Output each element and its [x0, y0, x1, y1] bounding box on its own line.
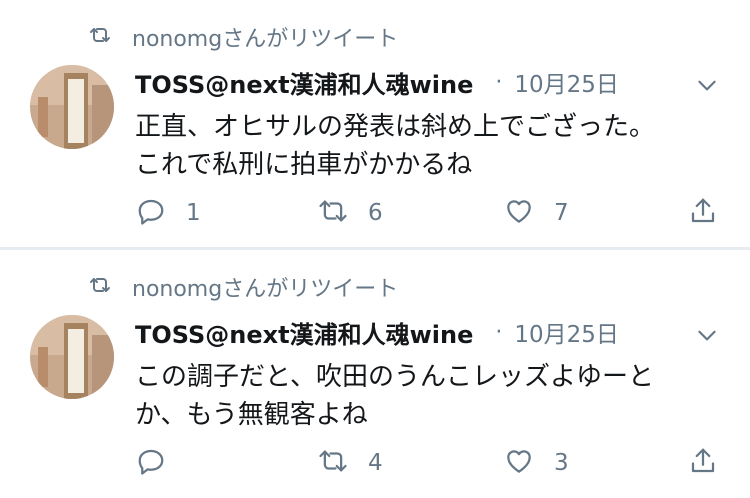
retweet-icon [318, 196, 348, 230]
like-icon [504, 446, 534, 480]
author-name[interactable]: TOSS@next漢浦和人魂wine [135, 65, 473, 100]
retweet-icon [88, 273, 112, 301]
tweet-header: TOSS@next漢浦和人魂wine · 10月25日 [135, 64, 619, 100]
retweet-context[interactable]: nonomgさんがリツイート [88, 22, 398, 52]
retweeted-by-label: nonomgさんがリツイート [132, 27, 399, 52]
avatar[interactable] [30, 65, 114, 149]
retweet-icon [318, 446, 348, 480]
like-count: 3 [554, 450, 569, 476]
timeline: nonomgさんがリツイート TOSS@next漢浦和人魂wine · 10月2… [0, 0, 750, 498]
like-button[interactable]: 3 [504, 447, 569, 479]
tweet-header: TOSS@next漢浦和人魂wine · 10月25日 [135, 314, 619, 350]
chevron-down-icon[interactable] [694, 72, 720, 98]
tweet-text-line: 正直、オヒサルの発表は斜め上でござった。 [135, 112, 656, 142]
share-icon [688, 446, 718, 480]
retweet-button[interactable]: 4 [318, 447, 383, 479]
retweet-button[interactable]: 6 [318, 197, 383, 229]
reply-button[interactable] [136, 447, 186, 479]
reply-button[interactable]: 1 [136, 197, 201, 229]
retweet-count: 4 [368, 450, 383, 476]
tweet-date[interactable]: 10月25日 [514, 65, 619, 99]
separator-dot: · [495, 69, 503, 95]
share-button[interactable] [688, 197, 718, 229]
tweet-text-line: か、もう無観客よね [135, 400, 368, 430]
share-button[interactable] [688, 447, 718, 479]
retweeted-by-label: nonomgさんがリツイート [132, 277, 399, 302]
tweet-text: この調子だと、吹田のうんこレッズよゆーと か、もう無観客よね [135, 358, 735, 434]
tweet-text-line: この調子だと、吹田のうんこレッズよゆーと [135, 362, 654, 392]
tweet-text-line: これで私刑に拍車がかかるね [135, 150, 473, 180]
like-count: 7 [554, 200, 569, 226]
separator-dot: · [495, 319, 503, 345]
tweet-card[interactable]: nonomgさんがリツイート TOSS@next漢浦和人魂wine · 10月2… [0, 250, 750, 498]
retweet-context[interactable]: nonomgさんがリツイート [88, 272, 398, 302]
reply-icon [136, 196, 166, 230]
retweet-icon [88, 23, 112, 51]
retweet-count: 6 [368, 200, 383, 226]
avatar[interactable] [30, 315, 114, 399]
tweet-text: 正直、オヒサルの発表は斜め上でござった。 これで私刑に拍車がかかるね [135, 108, 735, 184]
like-icon [504, 196, 534, 230]
reply-icon [136, 446, 166, 480]
tweet-card[interactable]: nonomgさんがリツイート TOSS@next漢浦和人魂wine · 10月2… [0, 0, 750, 247]
share-icon [688, 196, 718, 230]
like-button[interactable]: 7 [504, 197, 569, 229]
tweet-date[interactable]: 10月25日 [514, 315, 619, 349]
author-name[interactable]: TOSS@next漢浦和人魂wine [135, 315, 473, 350]
chevron-down-icon[interactable] [694, 322, 720, 348]
reply-count: 1 [186, 200, 201, 226]
